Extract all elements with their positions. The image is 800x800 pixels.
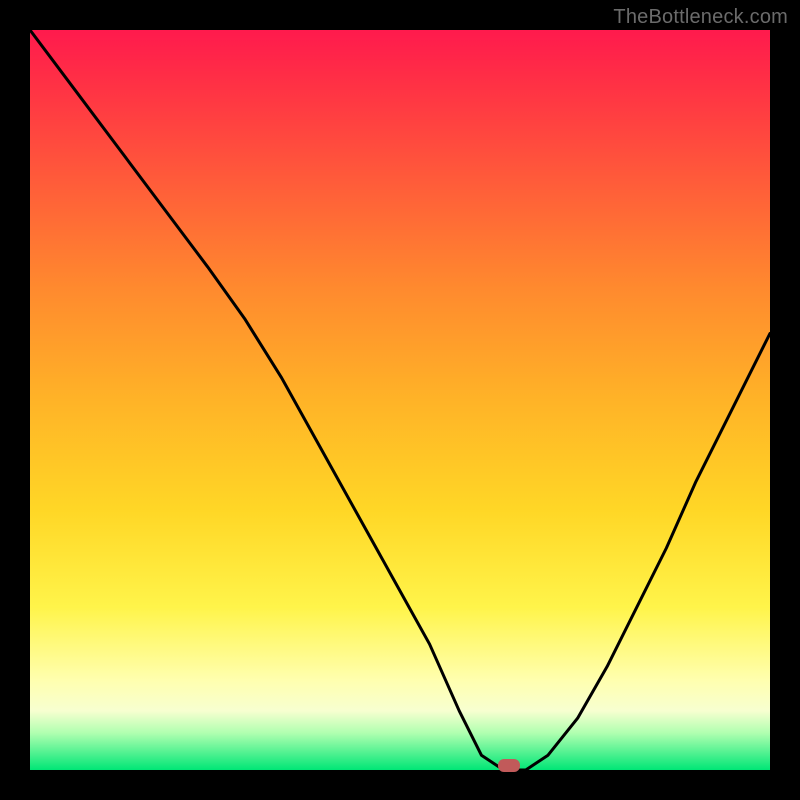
chart-frame: TheBottleneck.com bbox=[0, 0, 800, 800]
optimal-marker bbox=[498, 759, 520, 772]
plot-area bbox=[30, 30, 770, 770]
bottleneck-curve bbox=[30, 30, 770, 770]
attribution-text: TheBottleneck.com bbox=[613, 6, 788, 29]
